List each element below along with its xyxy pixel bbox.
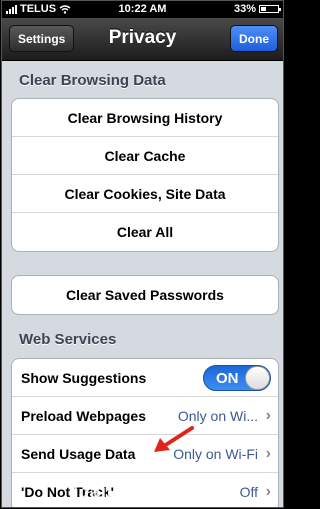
preload-webpages-label: Preload Webpages	[21, 407, 147, 424]
preload-webpages-row[interactable]: Preload Webpages Only on Wi... ›	[12, 397, 278, 435]
clear-cookies-button[interactable]: Clear Cookies, Site Data	[12, 175, 278, 213]
do-not-track-row[interactable]: 'Do Not Track' Off ›	[12, 473, 278, 507]
passwords-group: Clear Saved Passwords	[11, 275, 279, 315]
battery-icon	[259, 5, 281, 13]
phone-screen: TELUS 10:22 AM 33% Settings Privacy Done…	[1, 0, 284, 508]
clear-cache-button[interactable]: Clear Cache	[12, 137, 278, 175]
send-usage-data-label: Send Usage Data	[21, 445, 136, 462]
section-header-web-services: Web Services	[19, 331, 117, 348]
do-not-track-label: 'Do Not Track'	[21, 484, 115, 500]
toggle-state-label: ON	[216, 370, 239, 387]
chevron-right-icon: ›	[265, 483, 271, 500]
clear-passwords-button[interactable]: Clear Saved Passwords	[12, 276, 278, 314]
done-button[interactable]: Done	[230, 25, 278, 52]
status-bar: TELUS 10:22 AM 33%	[2, 1, 283, 18]
clear-history-button[interactable]: Clear Browsing History	[12, 99, 278, 137]
section-header-clear-browsing: Clear Browsing Data	[19, 72, 166, 89]
show-suggestions-row: Show Suggestions ON	[12, 359, 278, 397]
web-services-group: Show Suggestions ON Preload Webpages Onl…	[11, 358, 279, 507]
send-usage-data-row[interactable]: Send Usage Data Only on Wi-Fi ›	[12, 435, 278, 473]
battery-percent: 33%	[233, 3, 256, 15]
show-suggestions-toggle[interactable]: ON	[203, 365, 271, 391]
show-suggestions-label: Show Suggestions	[21, 369, 147, 386]
chevron-right-icon: ›	[265, 444, 271, 462]
clear-browsing-group: Clear Browsing History Clear Cache Clear…	[11, 98, 279, 252]
toggle-knob	[245, 366, 270, 390]
preload-webpages-value: Only on Wi...	[177, 407, 258, 424]
do-not-track-value: Off	[239, 484, 258, 500]
chevron-right-icon: ›	[265, 406, 271, 424]
red-arrow-icon	[154, 426, 194, 452]
clear-all-button[interactable]: Clear All	[12, 213, 278, 251]
navigation-bar: Settings Privacy Done	[2, 18, 283, 61]
settings-list: Clear Browsing Data Clear Browsing Histo…	[2, 61, 283, 507]
